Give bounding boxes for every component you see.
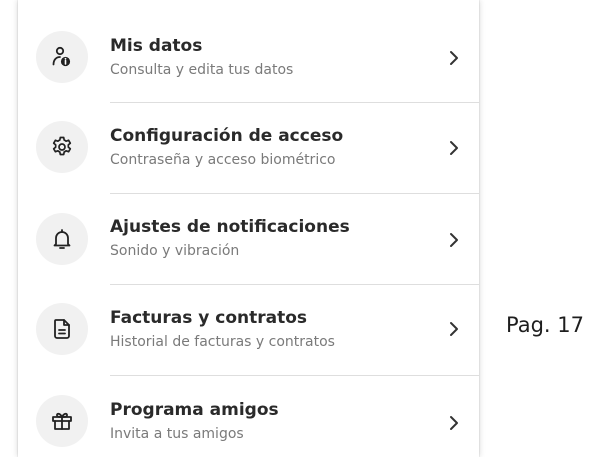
menu-item-title: Mis datos [110,36,203,56]
gear-icon [36,121,88,173]
menu-item-subtitle: Sonido y vibración [110,243,240,259]
menu-item-mis-datos[interactable]: Mis datos Consulta y edita tus datos [18,11,479,101]
settings-menu-card: Mis datos Consulta y edita tus datos Con… [18,0,479,457]
bell-icon [36,213,88,265]
chevron-right-icon [450,233,458,247]
menu-item-programa-amigos[interactable]: Programa amigos Invita a tus amigos [18,375,479,457]
chevron-right-icon [450,141,458,155]
chevron-right-icon [450,322,458,336]
gift-icon [36,395,88,447]
page: Mis datos Consulta y edita tus datos Con… [0,0,596,457]
menu-item-text: Ajustes de notificaciones Sonido y vibra… [110,216,430,261]
menu-item-title: Ajustes de notificaciones [110,217,350,237]
chevron-right-icon [450,416,458,430]
menu-item-facturas-contratos[interactable]: Facturas y contratos Historial de factur… [18,284,479,374]
document-icon [36,303,88,355]
menu-item-configuracion-acceso[interactable]: Configuración de acceso Contraseña y acc… [18,102,479,192]
page-number-label: Pag. 17 [506,313,584,337]
menu-item-subtitle: Consulta y edita tus datos [110,62,294,78]
menu-item-text: Configuración de acceso Contraseña y acc… [110,125,430,170]
menu-item-subtitle: Invita a tus amigos [110,426,244,442]
menu-item-subtitle: Historial de facturas y contratos [110,334,335,350]
menu-item-title: Facturas y contratos [110,308,308,328]
menu-item-subtitle: Contraseña y acceso biométrico [110,152,336,168]
menu-item-text: Programa amigos Invita a tus amigos [110,399,430,444]
menu-item-title: Configuración de acceso [110,126,344,146]
user-info-icon [36,31,88,83]
menu-item-ajustes-notificaciones[interactable]: Ajustes de notificaciones Sonido y vibra… [18,193,479,283]
menu-item-text: Mis datos Consulta y edita tus datos [110,35,430,80]
chevron-right-icon [450,51,458,65]
menu-item-title: Programa amigos [110,400,279,420]
menu-item-text: Facturas y contratos Historial de factur… [110,307,430,352]
